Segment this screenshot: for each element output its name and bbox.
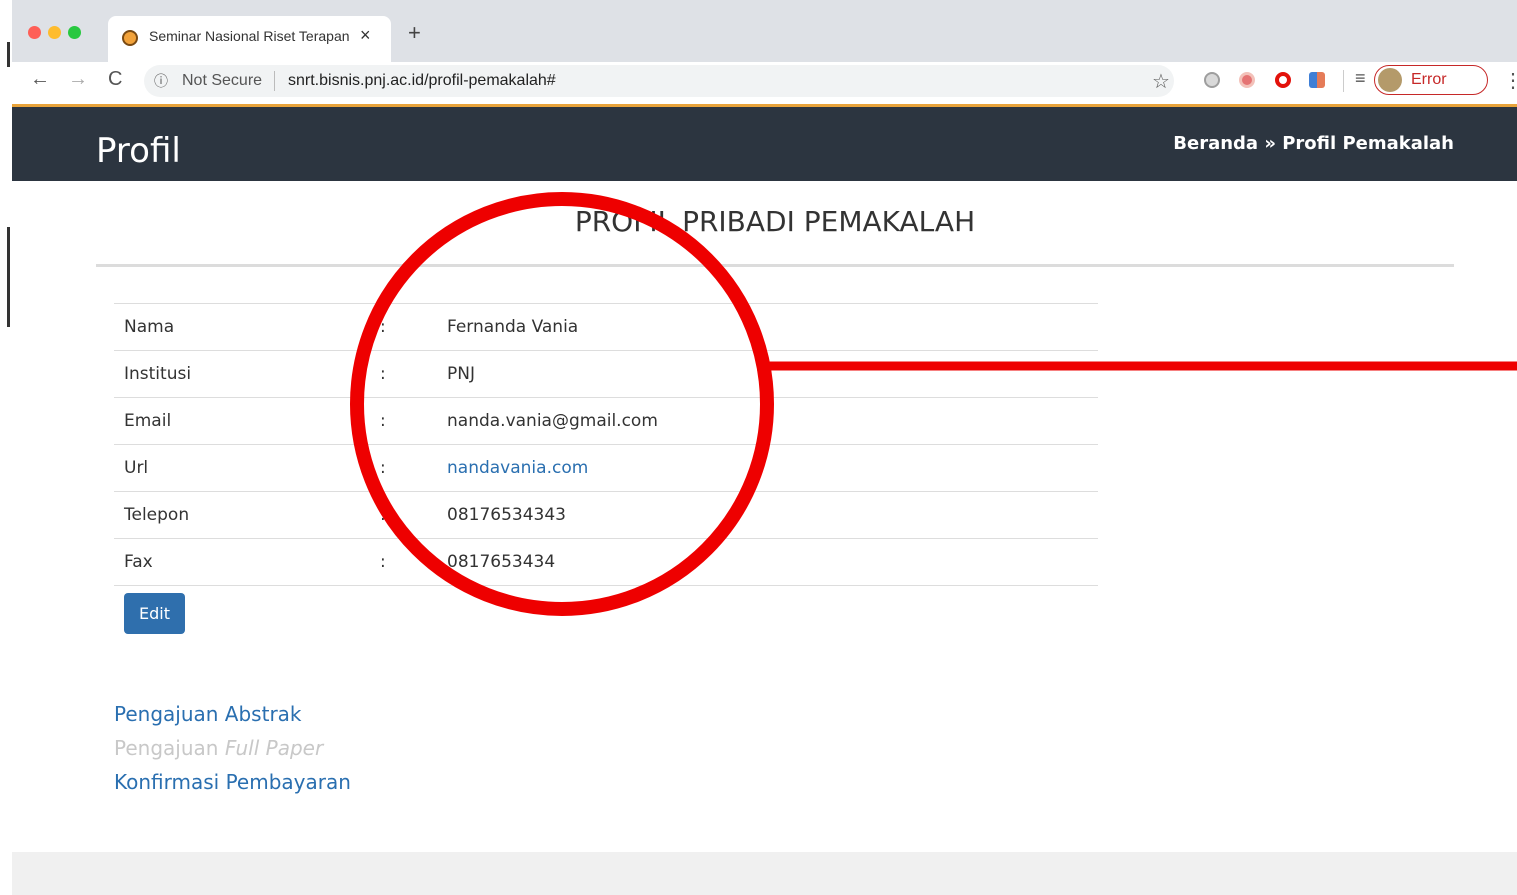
page-footer bbox=[12, 852, 1517, 895]
reload-button[interactable]: C bbox=[108, 68, 122, 91]
action-links: Pengajuan Abstrak Pengajuan Full Paper K… bbox=[114, 702, 351, 804]
row-value: 08176534343 bbox=[447, 491, 1098, 539]
browser-tab[interactable]: Seminar Nasional Riset Terapan × bbox=[108, 16, 391, 62]
url-text[interactable]: snrt.bisnis.pnj.ac.id/profil-pemakalah# bbox=[288, 72, 556, 90]
table-row: Nama : Fernanda Vania bbox=[114, 303, 1098, 351]
row-label: Nama bbox=[114, 303, 380, 351]
profile-table: Nama : Fernanda Vania Institusi : PNJ Em… bbox=[114, 303, 1098, 586]
edit-button[interactable]: Edit bbox=[124, 593, 185, 634]
not-secure-label: Not Secure bbox=[182, 72, 263, 89]
row-value: 0817653434 bbox=[447, 538, 1098, 586]
profile-error-button[interactable]: Error bbox=[1374, 65, 1488, 95]
tab-close-icon[interactable]: × bbox=[360, 25, 371, 46]
abstract-submission-link[interactable]: Pengajuan Abstrak bbox=[114, 702, 351, 736]
row-label: Institusi bbox=[114, 350, 380, 398]
error-label: Error bbox=[1411, 71, 1447, 88]
info-icon[interactable]: ⓘ bbox=[154, 71, 168, 91]
fullpaper-prefix: Pengajuan bbox=[114, 736, 225, 760]
site-favicon-icon bbox=[122, 30, 138, 46]
browser-window: Seminar Nasional Riset Terapan × + ← → C… bbox=[12, 0, 1517, 895]
avatar-icon bbox=[1378, 68, 1402, 92]
row-separator: : bbox=[380, 303, 447, 351]
row-separator: : bbox=[380, 444, 447, 492]
extension-color-icon[interactable] bbox=[1239, 72, 1255, 88]
forward-button[interactable]: → bbox=[68, 68, 88, 91]
row-value: Fernanda Vania bbox=[447, 303, 1098, 351]
address-bar[interactable]: ⓘ Not Secure snrt.bisnis.pnj.ac.id/profi… bbox=[144, 65, 1174, 97]
fullpaper-emphasis: Full Paper bbox=[224, 736, 324, 760]
extension-circle-icon[interactable] bbox=[1204, 72, 1220, 88]
edge-mark bbox=[7, 42, 10, 67]
edge-mark bbox=[7, 227, 10, 327]
row-separator: : bbox=[380, 491, 447, 539]
media-queue-icon[interactable]: ≡ bbox=[1355, 68, 1366, 89]
tab-strip: Seminar Nasional Riset Terapan × + bbox=[12, 0, 1517, 62]
table-row: Telepon : 08176534343 bbox=[114, 491, 1098, 539]
row-separator: : bbox=[380, 397, 447, 445]
maximize-window-button[interactable] bbox=[68, 26, 81, 39]
heading-divider bbox=[96, 264, 1454, 267]
web-page: Profil Beranda » Profil Pemakalah PROFIL… bbox=[12, 107, 1517, 895]
address-divider bbox=[274, 71, 275, 91]
row-label: Fax bbox=[114, 538, 380, 586]
row-label: Email bbox=[114, 397, 380, 445]
url-link[interactable]: nandavania.com bbox=[447, 458, 588, 478]
section-heading: PROFIL PRIBADI PEMAKALAH bbox=[574, 205, 976, 238]
row-label: Telepon bbox=[114, 491, 380, 539]
browser-menu-icon[interactable]: ⋮ bbox=[1503, 68, 1517, 93]
tab-title: Seminar Nasional Riset Terapan bbox=[149, 28, 349, 44]
page-header: Profil Beranda » Profil Pemakalah bbox=[12, 107, 1517, 181]
row-separator: : bbox=[380, 350, 447, 398]
payment-confirmation-link[interactable]: Konfirmasi Pembayaran bbox=[114, 770, 351, 804]
close-window-button[interactable] bbox=[28, 26, 41, 39]
breadcrumb[interactable]: Beranda » Profil Pemakalah bbox=[1173, 133, 1454, 154]
table-row: Url : nandavania.com bbox=[114, 444, 1098, 492]
row-value-cell: nandavania.com bbox=[447, 444, 1098, 492]
row-value: nanda.vania@gmail.com bbox=[447, 397, 1098, 445]
table-row: Fax : 0817653434 bbox=[114, 538, 1098, 586]
new-tab-button[interactable]: + bbox=[408, 20, 421, 46]
row-value: PNJ bbox=[447, 350, 1098, 398]
row-separator: : bbox=[380, 538, 447, 586]
table-row: Email : nanda.vania@gmail.com bbox=[114, 397, 1098, 445]
back-button[interactable]: ← bbox=[30, 68, 50, 91]
page-title: Profil bbox=[96, 131, 181, 171]
browser-toolbar: ← → C ⓘ Not Secure snrt.bisnis.pnj.ac.id… bbox=[12, 62, 1517, 107]
table-row: Institusi : PNJ bbox=[114, 350, 1098, 398]
minimize-window-button[interactable] bbox=[48, 26, 61, 39]
bookmark-star-icon[interactable]: ☆ bbox=[1152, 69, 1170, 94]
row-label: Url bbox=[114, 444, 380, 492]
opera-icon[interactable] bbox=[1275, 72, 1291, 88]
extension-puzzle-icon[interactable] bbox=[1309, 72, 1325, 88]
toolbar-divider bbox=[1343, 70, 1344, 92]
fullpaper-submission-link: Pengajuan Full Paper bbox=[114, 736, 351, 770]
